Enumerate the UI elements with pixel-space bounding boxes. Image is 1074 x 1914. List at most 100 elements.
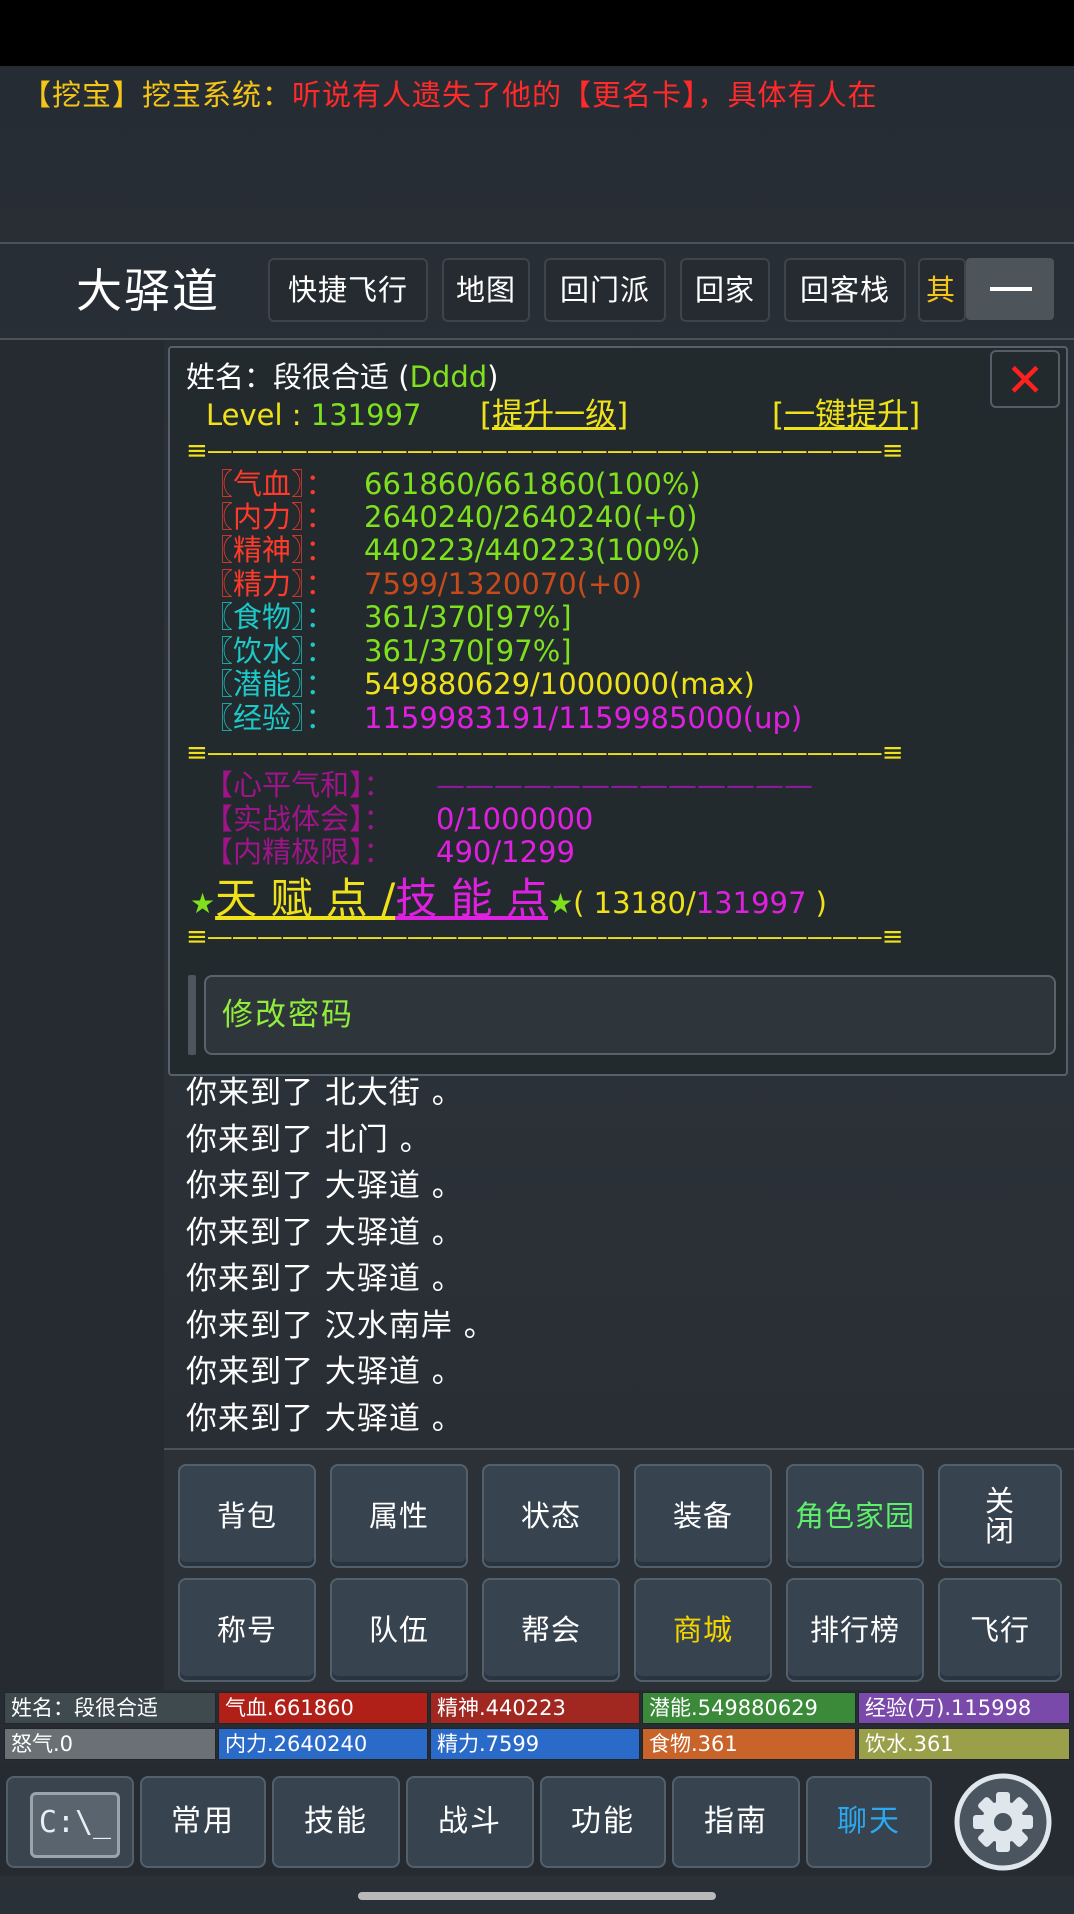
stat-potential-row: 〖潜能〗： 549880629/1000000(max): [204, 667, 755, 701]
skill-points-link[interactable]: 技 能 点: [395, 874, 548, 923]
quick-travel-button[interactable]: 快捷飞行: [268, 258, 428, 322]
map-button[interactable]: 地图: [442, 258, 530, 322]
title-button[interactable]: 称号: [178, 1578, 316, 1682]
points-paren-close: ): [806, 886, 827, 920]
stat-label: 〖精力〗：: [204, 567, 335, 601]
name-paren-close: ): [487, 360, 499, 394]
close-panel-button[interactable]: ✕: [990, 350, 1060, 408]
points-slash: /: [685, 886, 696, 920]
divider: [0, 242, 1074, 244]
stat-exp-row: 〖经验〗： 1159983191/1159985000(up): [204, 701, 802, 735]
log-line: 你来到了 大驿道 。: [186, 1168, 464, 1204]
character-home-button[interactable]: 角色家园: [786, 1464, 924, 1568]
upgrade-one-level-link[interactable]: [提升一级]: [480, 398, 628, 432]
stat-label: 〖食物〗：: [204, 600, 335, 634]
input-side-bar: [188, 975, 196, 1055]
points-max: 131997: [695, 886, 807, 920]
separator: ≡———————————————————————————≡: [186, 436, 904, 466]
stat-value: 440223/440223(100%): [364, 533, 701, 567]
gear-icon: [954, 1773, 1052, 1871]
settings-button[interactable]: [940, 1772, 1066, 1872]
tab-combat[interactable]: 战斗: [406, 1776, 534, 1868]
stat-label: 〖气血〗：: [204, 467, 335, 501]
return-sect-button[interactable]: 回门派: [544, 258, 666, 322]
stat-value: 361/370[97%]: [364, 634, 572, 668]
close-grid-button[interactable]: 关 闭: [938, 1464, 1062, 1568]
level-value: 131997: [310, 398, 422, 432]
stat-value: 490/1299: [436, 835, 575, 869]
status-water: 饮水.361: [858, 1728, 1070, 1760]
minimize-button[interactable]: [966, 258, 1054, 320]
left-column: [0, 340, 164, 1690]
stat-food-row: 〖食物〗： 361/370[97%]: [204, 600, 572, 634]
stat-hp-row: 〖气血〗： 661860/661860(100%): [204, 467, 701, 501]
more-nav-button[interactable]: 其: [918, 258, 966, 322]
status-energy: 精力.7599: [430, 1728, 640, 1760]
upgrade-all-link[interactable]: [一键提升]: [772, 398, 920, 432]
change-password-button[interactable]: 修改密码: [204, 975, 1056, 1055]
attributes-button[interactable]: 属性: [330, 1464, 468, 1568]
return-home-button[interactable]: 回家: [680, 258, 770, 322]
account-id: Dddd: [409, 360, 488, 394]
tab-chat[interactable]: 聊天: [806, 1776, 932, 1868]
extra-limit-row: 【内精极限】： 490/1299: [204, 835, 575, 869]
star-icon: ★: [190, 887, 216, 920]
level-label: Level :: [206, 398, 311, 432]
minus-icon: [990, 287, 1032, 291]
stat-value: 1159983191/1159985000(up): [364, 701, 803, 735]
broadcast-ticker: 【挖宝】挖宝系统：听说有人遗失了他的【更名卡】，具体有人在: [22, 72, 1074, 118]
ticker-message: 听说有人遗失了他的【更名卡】，具体有人在: [292, 78, 878, 112]
level-row: Level : 131997: [206, 398, 421, 432]
star-icon: ★: [548, 887, 574, 920]
tab-skills[interactable]: 技能: [272, 1776, 400, 1868]
console-icon-text: C:\_: [38, 1805, 112, 1840]
console-icon: C:\_: [30, 1792, 120, 1858]
status-name: 姓名：段很合适: [4, 1692, 216, 1724]
extra-combat-row: 【实战体会】： 0/1000000: [204, 802, 593, 836]
stat-label: 〖精神〗：: [204, 533, 335, 567]
log-line: 你来到了 大驿道 。: [186, 1354, 464, 1390]
log-line: 你来到了 北门 。: [186, 1121, 432, 1158]
name-row: 姓名：段很合适 (Dddd): [186, 360, 498, 394]
stat-label: 【心平气和】：: [204, 768, 393, 802]
equipment-button[interactable]: 装备: [634, 1464, 772, 1568]
system-status-bar: [0, 0, 1074, 66]
stat-label: 【实战体会】：: [204, 802, 393, 836]
stat-label: 〖经验〗：: [204, 701, 335, 735]
status-food: 食物.361: [642, 1728, 856, 1760]
status-potential: 潜能.549880629: [642, 1692, 856, 1724]
team-button[interactable]: 队伍: [330, 1578, 468, 1682]
log-line: 你来到了 大驿道 。: [186, 1261, 464, 1297]
state-button[interactable]: 状态: [482, 1464, 620, 1568]
separator: ≡———————————————————————————≡: [186, 922, 904, 952]
tab-guide[interactable]: 指南: [672, 1776, 800, 1868]
tab-common[interactable]: 常用: [140, 1776, 266, 1868]
console-button[interactable]: C:\_: [6, 1776, 134, 1868]
return-inn-button[interactable]: 回客栈: [784, 258, 906, 322]
stat-label: 〖潜能〗：: [204, 667, 335, 701]
stat-value: 661860/661860(100%): [364, 467, 701, 501]
shop-button[interactable]: 商城: [634, 1578, 772, 1682]
home-indicator[interactable]: [358, 1892, 716, 1900]
guild-button[interactable]: 帮会: [482, 1578, 620, 1682]
message-log: 你来到了 北大街 。 你来到了 北门 。 你来到了 大驿道 。 你来到了 大驿道…: [186, 1070, 1046, 1442]
stat-label: 〖内力〗：: [204, 500, 335, 534]
stat-value: —————————————: [436, 768, 813, 802]
extra-calm-row: 【心平气和】： —————————————: [204, 768, 813, 802]
stat-value: 361/370[97%]: [364, 600, 572, 634]
stat-label: 〖饮水〗：: [204, 634, 335, 668]
leaderboard-button[interactable]: 排行榜: [786, 1578, 924, 1682]
stat-water-row: 〖饮水〗： 361/370[97%]: [204, 634, 572, 668]
status-exp: 经验(万).115998: [858, 1692, 1070, 1724]
status-spirit: 精神.440223: [430, 1692, 640, 1724]
stat-value: 0/1000000: [436, 802, 594, 836]
status-mp: 内力.2640240: [218, 1728, 428, 1760]
talent-points-link[interactable]: 天 赋 点 /: [215, 874, 395, 923]
fly-button[interactable]: 飞行: [938, 1578, 1062, 1682]
tab-functions[interactable]: 功能: [540, 1776, 666, 1868]
close-label-line1: 关: [984, 1484, 1015, 1518]
separator: ≡———————————————————————————≡: [186, 738, 904, 768]
stat-value: 7599/1320070(+0): [364, 567, 643, 601]
name-paren-open: (: [389, 360, 410, 394]
backpack-button[interactable]: 背包: [178, 1464, 316, 1568]
